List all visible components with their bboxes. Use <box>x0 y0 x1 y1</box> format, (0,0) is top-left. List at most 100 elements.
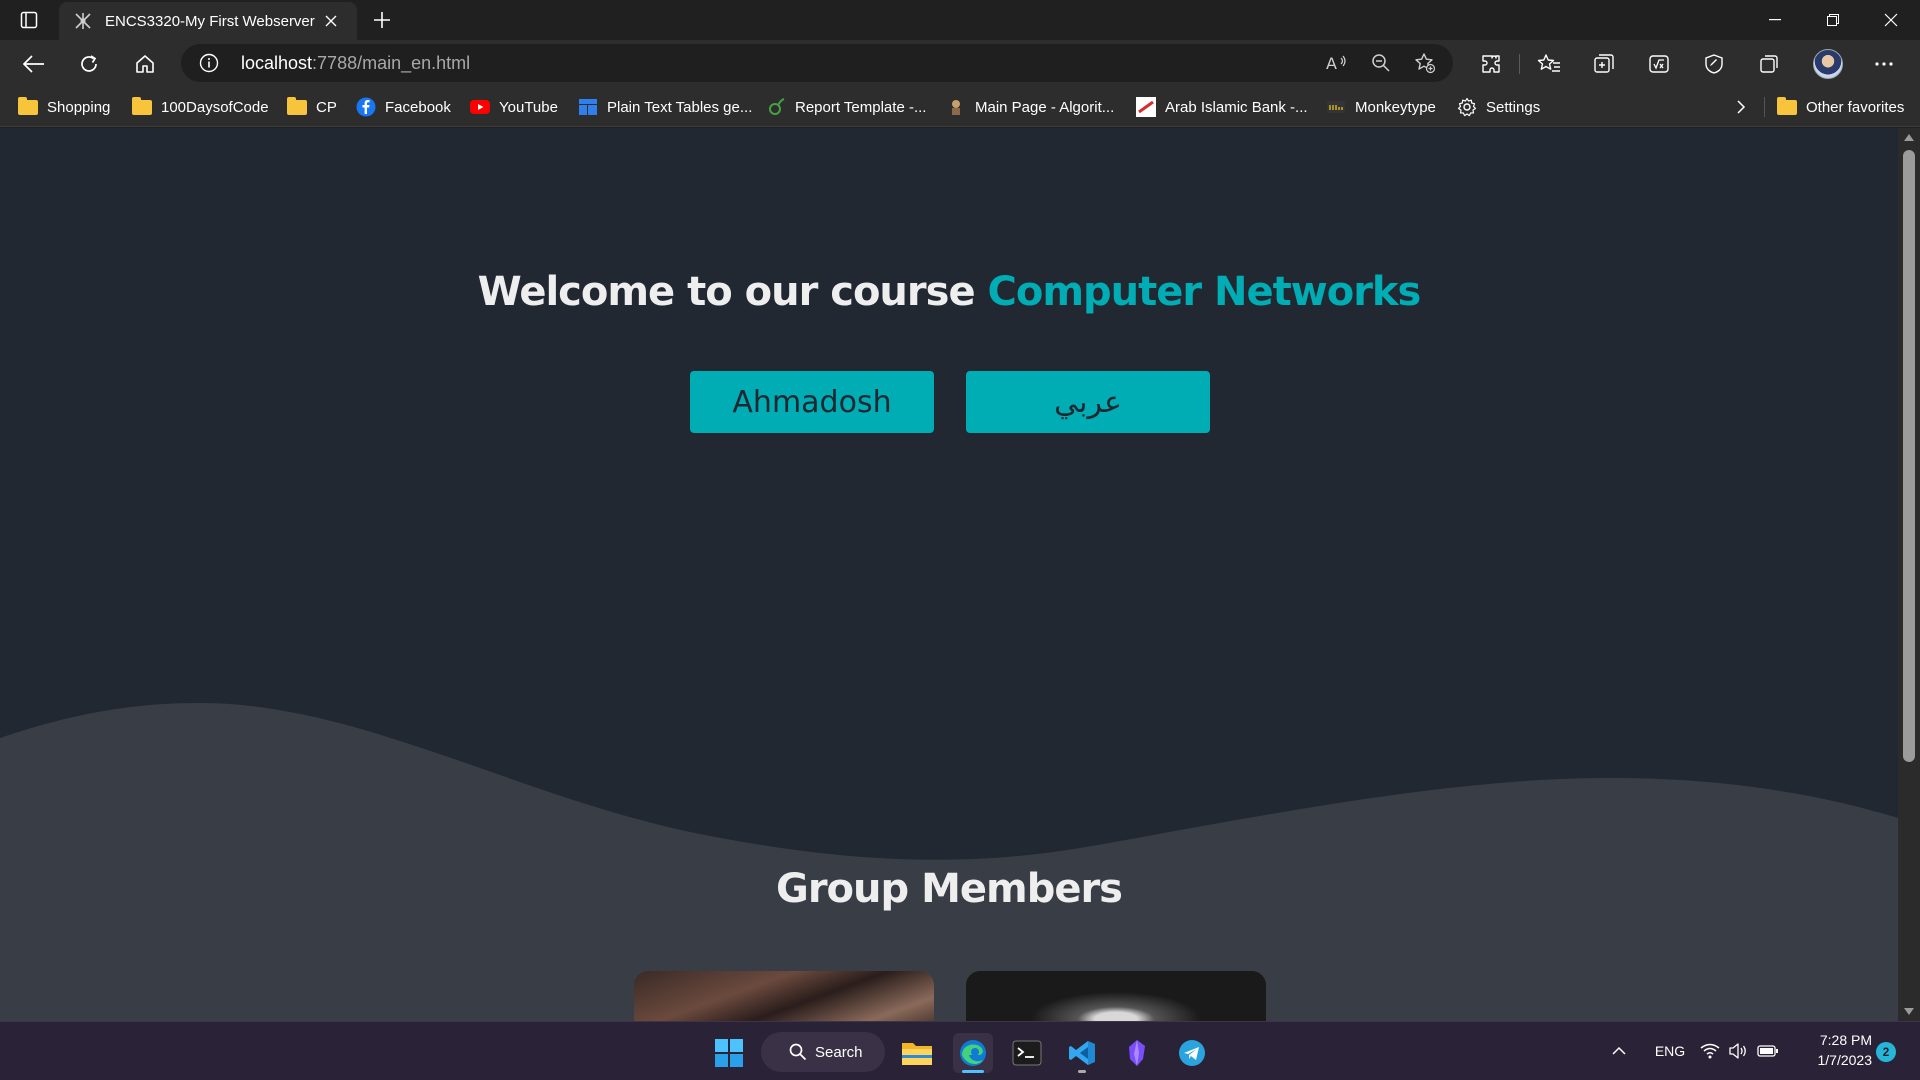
folder-icon <box>287 96 307 117</box>
page-scrollbar[interactable] <box>1898 128 1920 1021</box>
bookmark-youtube[interactable]: YouTube <box>470 95 558 119</box>
close-window-icon[interactable] <box>1862 0 1920 40</box>
bookmark-label: CP <box>316 98 337 116</box>
bookmark-arab-islamic-bank[interactable]: Arab Islamic Bank -... <box>1136 95 1308 119</box>
bookmark-label: Arab Islamic Bank -... <box>1165 98 1308 116</box>
tray-chevron-up-icon[interactable] <box>1607 1039 1631 1063</box>
bookmark-label: 100DaysofCode <box>161 98 269 116</box>
browser-essentials-icon[interactable] <box>1699 49 1729 79</box>
url-host: localhost <box>241 53 313 73</box>
bookmark-facebook[interactable]: Facebook <box>356 95 451 119</box>
obsidian-icon[interactable] <box>1117 1033 1157 1073</box>
bookmark-algorithmica[interactable]: Main Page - Algorit... <box>946 95 1114 119</box>
restore-icon[interactable] <box>1804 0 1862 40</box>
bookmark-monkeytype[interactable]: Monkeytype <box>1326 95 1436 119</box>
favorites-icon[interactable] <box>1534 49 1564 79</box>
terminal-icon[interactable] <box>1007 1033 1047 1073</box>
scroll-up-icon[interactable] <box>1904 134 1914 141</box>
system-clock[interactable]: 7:28 PM 1/7/2023 <box>1790 1030 1873 1070</box>
bookmark-label: Settings <box>1486 98 1541 116</box>
hero-title-prefix: Welcome to our course <box>477 269 976 315</box>
tab-title: ENCS3320-My First Webserver <box>105 12 315 30</box>
math-solver-icon[interactable] <box>1644 49 1674 79</box>
scroll-down-icon[interactable] <box>1904 1008 1914 1015</box>
collections-icon[interactable] <box>1589 49 1619 79</box>
arabic-language-button[interactable]: عربي <box>966 371 1210 433</box>
bookmark-100daysofcode[interactable]: 100DaysofCode <box>132 95 269 119</box>
add-favorite-icon[interactable] <box>1411 49 1439 77</box>
wifi-icon[interactable] <box>1698 1039 1722 1063</box>
url-text[interactable]: localhost:7788/main_en.html <box>241 53 470 74</box>
hero-title: Welcome to our course Computer Networks <box>0 269 1898 315</box>
bookmark-label: YouTube <box>499 98 558 116</box>
monkeytype-icon <box>1326 97 1346 117</box>
algorithmica-icon <box>946 97 966 117</box>
table-icon <box>578 97 598 117</box>
network-favicon-icon <box>73 11 93 31</box>
facebook-icon <box>356 97 376 117</box>
tab-close-icon[interactable] <box>319 9 343 33</box>
back-icon[interactable] <box>19 49 49 79</box>
gear-icon <box>1457 97 1477 117</box>
language-indicator[interactable]: ENG <box>1650 1039 1690 1063</box>
read-aloud-icon[interactable]: A <box>1323 49 1351 77</box>
bookmark-label: Plain Text Tables ge... <box>607 98 753 116</box>
vscode-open-indicator <box>1078 1070 1086 1073</box>
bookmark-label: Other favorites <box>1806 98 1905 116</box>
bookmark-label: Report Template -... <box>795 98 927 116</box>
minimize-icon[interactable] <box>1746 0 1804 40</box>
bookmark-plain-text-tables[interactable]: Plain Text Tables ge... <box>578 95 752 119</box>
svg-text:A: A <box>1326 54 1337 72</box>
bookmarks-overflow-chevron-icon[interactable] <box>1736 95 1746 119</box>
taskbar: Search ENG 7:28 PM 1/7/2023 2 <box>0 1021 1920 1080</box>
refresh-icon[interactable] <box>74 49 104 79</box>
vscode-icon[interactable] <box>1062 1033 1102 1073</box>
battery-icon[interactable] <box>1756 1039 1780 1063</box>
folder-icon <box>1777 96 1797 117</box>
home-icon[interactable] <box>130 49 160 79</box>
bookmark-shopping[interactable]: Shopping <box>18 95 110 119</box>
member-photo-card[interactable] <box>634 971 934 1021</box>
volume-icon[interactable] <box>1726 1039 1750 1063</box>
bookmark-settings[interactable]: Settings <box>1457 95 1540 119</box>
bookmarks-bar: Shopping 100DaysofCode CP Facebook YouTu… <box>0 87 1920 127</box>
windows-start-icon[interactable] <box>709 1033 749 1073</box>
wave-divider <box>0 703 1898 1021</box>
youtube-icon <box>470 97 490 117</box>
search-label: Search <box>815 1043 863 1061</box>
more-menu-icon[interactable] <box>1869 49 1899 79</box>
bookmark-label: Shopping <box>47 98 111 116</box>
notification-badge[interactable]: 2 <box>1876 1042 1896 1062</box>
url-path: :7788/main_en.html <box>312 53 471 73</box>
taskbar-search[interactable]: Search <box>761 1032 885 1072</box>
bookmark-report-template[interactable]: Report Template -... <box>766 95 926 119</box>
search-icon <box>789 1043 807 1061</box>
bookmark-label: Main Page - Algorit... <box>975 98 1115 116</box>
bookmark-label: Monkeytype <box>1355 98 1436 116</box>
bookmark-cp[interactable]: CP <box>287 95 337 119</box>
member-photo-card[interactable] <box>966 971 1266 1021</box>
folder-icon <box>132 96 152 117</box>
clock-date: 1/7/2023 <box>1817 1052 1873 1068</box>
telegram-icon[interactable] <box>1172 1033 1212 1073</box>
address-bar[interactable]: localhost:7788/main_en.html A <box>181 44 1453 82</box>
new-tab-icon[interactable] <box>368 6 396 34</box>
ahmadosh-button[interactable]: Ahmadosh <box>690 371 934 433</box>
browser-tab[interactable]: ENCS3320-My First Webserver <box>59 2 357 40</box>
hero-title-accent: Computer Networks <box>987 269 1422 315</box>
file-explorer-icon[interactable] <box>897 1033 937 1073</box>
site-info-icon[interactable] <box>199 53 219 73</box>
edge-browser-icon[interactable] <box>953 1033 993 1073</box>
group-members-title: Group Members <box>776 866 1123 912</box>
split-screen-icon[interactable] <box>1754 49 1784 79</box>
zoom-out-icon[interactable] <box>1367 49 1395 77</box>
toolbar-separator <box>1519 54 1520 74</box>
navigation-bar: localhost:7788/main_en.html A <box>0 40 1920 87</box>
tab-actions-icon[interactable] <box>17 8 41 32</box>
profile-avatar[interactable] <box>1813 49 1843 79</box>
bank-icon <box>1136 97 1156 117</box>
extensions-icon[interactable] <box>1476 49 1506 79</box>
scrollbar-thumb[interactable] <box>1903 150 1915 762</box>
bookmark-other-favorites[interactable]: Other favorites <box>1777 95 1904 119</box>
edge-active-indicator <box>962 1070 984 1073</box>
